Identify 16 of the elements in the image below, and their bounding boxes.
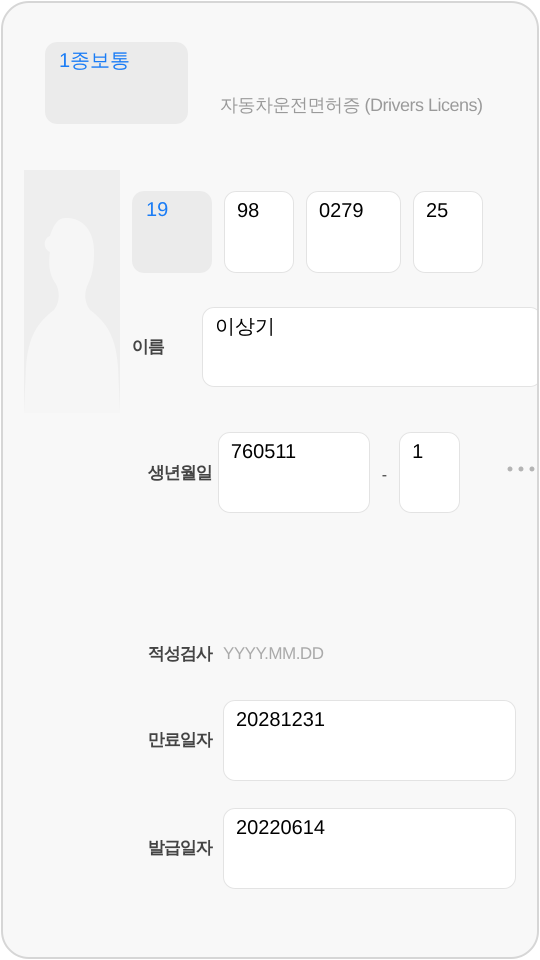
card-title: 자동차운전면허증 (Drivers Licens) xyxy=(220,94,483,117)
issue-date-field[interactable]: 20220614 xyxy=(223,808,516,888)
gender-digit-field[interactable]: 1 xyxy=(399,432,460,513)
separator-text: - xyxy=(382,466,388,486)
issue-date-label: 발급일자 xyxy=(148,837,214,860)
number-field[interactable]: 0279 xyxy=(306,191,401,273)
name-field[interactable]: 이상기 xyxy=(202,307,537,387)
name-label: 이름 xyxy=(132,336,165,358)
expiry-date-label: 만료일자 xyxy=(148,729,214,752)
number-field[interactable]: 25 xyxy=(413,191,483,273)
number-field[interactable]: 98 xyxy=(224,191,294,273)
birth-date-field[interactable]: 760511 xyxy=(218,432,370,513)
aptitude-test-label: 적성검사 xyxy=(148,643,214,665)
expiry-date-field[interactable]: 20281231 xyxy=(223,700,516,780)
more-icon xyxy=(507,466,537,472)
birth-date-label: 생년월일 xyxy=(148,462,213,484)
